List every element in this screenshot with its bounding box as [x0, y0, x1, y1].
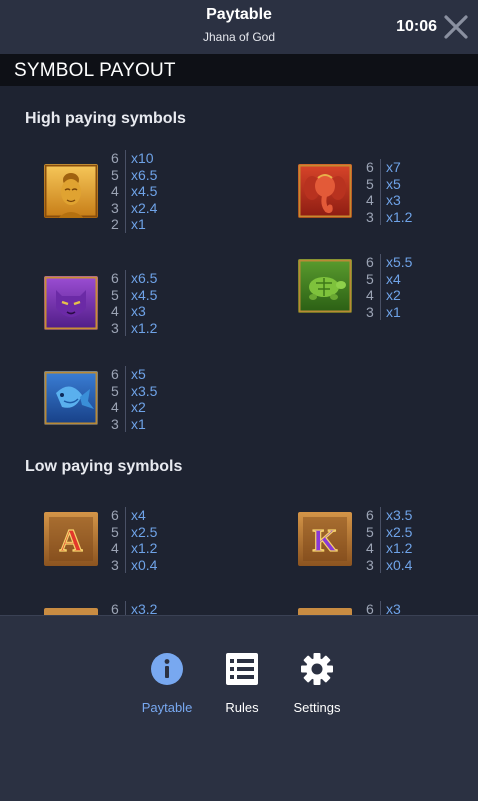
payout-row: 6 x3.5 [366, 507, 413, 524]
tiger-payouts: 6 x6.5 5 x4.5 4 x3 3 x1.2 [111, 270, 157, 336]
payout-row: 6 x5.5 [366, 254, 413, 271]
list-icon [226, 653, 258, 685]
a-symbol-icon: A [44, 512, 98, 566]
a-letter: A [59, 522, 82, 558]
k-payouts: 6 x3.5 5 x2.5 4 x1.2 3 x0.4 [366, 507, 412, 573]
clock: 10:06 [396, 18, 437, 35]
payout-row: 6 x10 [111, 150, 154, 167]
payout-row: 6 x6.5 [111, 270, 158, 287]
payout-row: 4 x2 [366, 287, 401, 304]
payout-row: 3 x1.2 [366, 208, 413, 225]
a-payouts: 6 x4 5 x2.5 4 x1.2 3 x0.4 [111, 507, 157, 573]
k-symbol-icon: K [298, 512, 352, 566]
payout-row: 4 x4.5 [111, 183, 158, 200]
turtle-payouts: 6 x5.5 5 x4 4 x2 3 x1 [366, 254, 412, 320]
payout-row: 3 x2.4 [111, 199, 158, 216]
info-icon [151, 653, 183, 685]
high-paying-title: High paying symbols [25, 110, 186, 127]
payout-row: 3 x0.4 [111, 556, 158, 573]
close-icon[interactable] [443, 14, 469, 40]
turtle-symbol-icon [298, 259, 352, 313]
payout-row: 5 x6.5 [111, 166, 158, 183]
payout-row: 6 x5 [111, 366, 146, 383]
nav-rules-label: Rules [225, 700, 259, 715]
payout-row: 6 x4 [111, 507, 146, 524]
payout-row: 6 x7 [366, 159, 401, 176]
payout-row: 5 x2.5 [111, 523, 158, 540]
q-payouts: 6 x3.2 [111, 601, 157, 615]
payout-row: 6 x3.2 [111, 601, 157, 615]
payout-row: 3 x1 [366, 303, 401, 320]
nav-settings-label: Settings [293, 700, 341, 715]
nav-paytable[interactable]: Paytable [127, 652, 207, 715]
payout-row: 4 x3 [366, 192, 401, 209]
tiger-symbol-icon [44, 276, 98, 330]
q-symbol-icon [44, 608, 98, 615]
payout-row: 3 x1.2 [111, 319, 158, 336]
payout-row: 5 x5 [366, 175, 401, 192]
buddha-payouts: 6 x10 5 x6.5 4 x4.5 3 x2.4 2 x1 [111, 150, 157, 233]
header-bar: Paytable Jhana of God 10:06 [0, 0, 478, 54]
fish-payouts: 6 x5 5 x3.5 4 x2 3 x1 [111, 366, 157, 432]
payout-row: 5 x4.5 [111, 286, 158, 303]
k-letter: K [313, 522, 338, 558]
payout-row: 3 x0.4 [366, 556, 413, 573]
nav-rules[interactable]: Rules [202, 652, 282, 715]
payout-row: 6 x3 [366, 601, 401, 615]
elephant-symbol-icon [298, 164, 352, 218]
j-payouts: 6 x3 [366, 601, 401, 615]
payout-row: 4 x1.2 [111, 540, 158, 557]
fish-symbol-icon [44, 371, 98, 425]
section-header: SYMBOL PAYOUT [0, 54, 478, 86]
payout-row: 3 x1 [111, 415, 146, 432]
gear-icon [301, 653, 333, 685]
bottom-nav: Paytable Rules Settings [0, 615, 478, 801]
nav-settings[interactable]: Settings [277, 652, 357, 715]
paytable-content[interactable]: High paying symbols 6 x10 5 x6.5 4 x4.5 3 x2… [0, 86, 478, 615]
buddha-symbol-icon [44, 164, 98, 218]
payout-row: 5 x2.5 [366, 523, 413, 540]
payout-row: 4 x3 [111, 303, 146, 320]
nav-paytable-label: Paytable [141, 700, 193, 715]
payout-row: 5 x4 [366, 270, 401, 287]
payout-row: 4 x2 [111, 399, 146, 416]
j-symbol-icon [298, 608, 352, 615]
payout-row: 2 x1 [111, 216, 146, 233]
elephant-payouts: 6 x7 5 x5 4 x3 3 x1.2 [366, 159, 412, 225]
low-paying-title: Low paying symbols [25, 458, 183, 475]
payout-row: 4 x1.2 [366, 540, 413, 557]
section-title: SYMBOL PAYOUT [14, 60, 176, 81]
payout-row: 5 x3.5 [111, 382, 158, 399]
